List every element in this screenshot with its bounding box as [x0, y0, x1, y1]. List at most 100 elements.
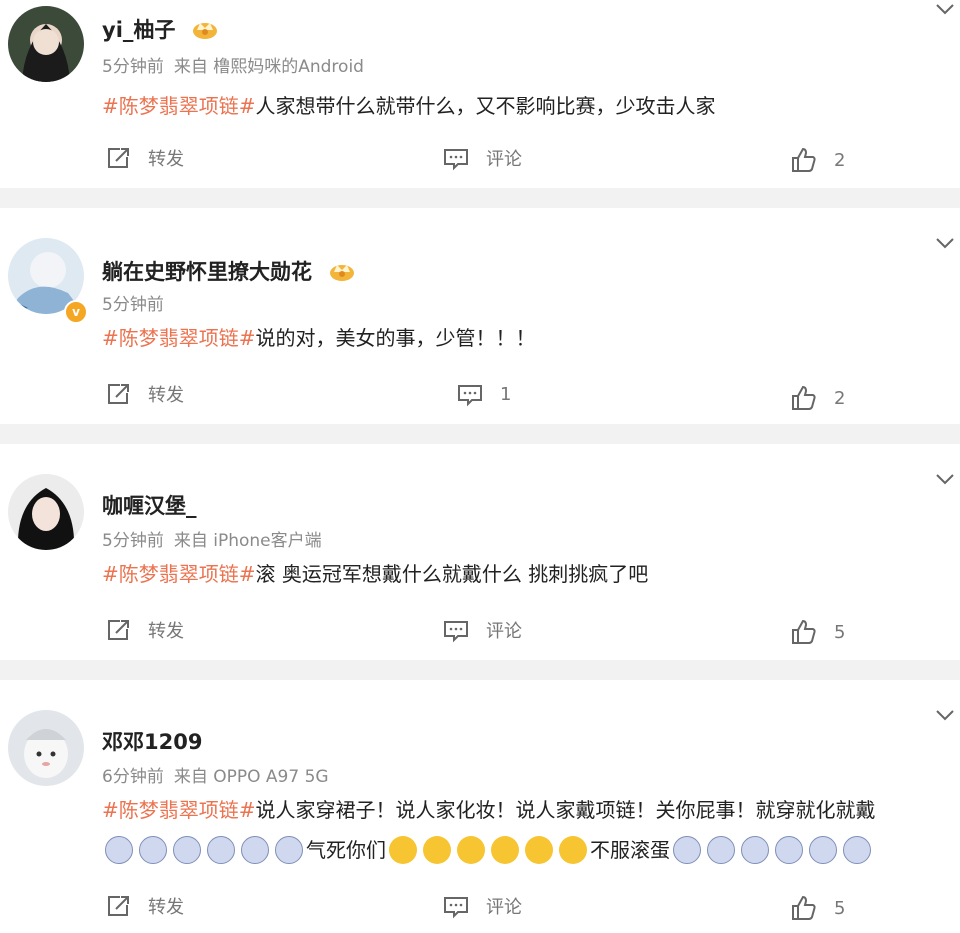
scared-emoji-icon: [673, 835, 701, 864]
comment-body: 滚 奥运冠军想戴什么就戴什么 挑刺挑疯了吧: [255, 562, 649, 586]
repost-label: 转发: [148, 385, 184, 406]
comment-label: 评论: [486, 621, 522, 642]
like-icon: [792, 147, 816, 172]
username[interactable]: yi_柚子: [102, 14, 175, 44]
username[interactable]: 邓邓1209: [102, 726, 202, 756]
scared-emoji-icon: [241, 835, 269, 864]
like-icon: [792, 385, 816, 410]
laugh-emoji-icon: [525, 835, 553, 864]
like-button[interactable]: 2: [790, 378, 845, 418]
verified-icon: v: [64, 300, 88, 324]
repost-button[interactable]: 转发: [104, 610, 184, 650]
comment-feed: yi_柚子 5分钟前 来自 橹熙妈咪的Android #陈梦翡翠项链#人家想带什么…: [0, 0, 960, 933]
laugh-emoji-icon: [491, 835, 519, 864]
repost-icon: [108, 148, 129, 168]
repost-button[interactable]: 转发: [104, 138, 184, 178]
scared-emoji-icon: [741, 835, 769, 864]
like-button[interactable]: 2: [790, 140, 845, 180]
comment-button[interactable]: 评论: [442, 886, 522, 926]
topic-link[interactable]: #陈梦翡翠项链#: [102, 94, 256, 118]
timestamp: 5分钟前: [102, 295, 164, 315]
post-source: 来自 iPhone客户端: [173, 531, 322, 551]
crown-icon: [193, 23, 218, 39]
action-bar: 转发 评论 5: [0, 610, 960, 650]
scared-emoji-icon: [275, 835, 303, 864]
post-meta: 5分钟前 来自 橹熙妈咪的Android: [102, 52, 364, 77]
repost-label: 转发: [148, 149, 184, 170]
avatar[interactable]: [8, 6, 84, 82]
comment-body: 说的对，美女的事，少管！！！: [255, 326, 536, 350]
comment-text: #陈梦翡翠项链#说的对，美女的事，少管！！！: [102, 318, 952, 358]
comment-text: #陈梦翡翠项链#说人家穿裙子！说人家化妆！说人家戴项链！关你屁事！就穿就化就戴气…: [102, 790, 952, 870]
post-source: 来自 OPPO A97 5G: [173, 767, 329, 787]
action-bar: 转发 评论 5: [0, 886, 960, 926]
topic-link[interactable]: #陈梦翡翠项链#: [102, 562, 256, 586]
repost-button[interactable]: 转发: [104, 886, 184, 926]
repost-icon: [108, 896, 129, 916]
scared-emoji-icon: [207, 835, 235, 864]
timestamp: 6分钟前: [102, 767, 164, 787]
username[interactable]: 咖喱汉堡_: [102, 490, 197, 520]
action-bar: 转发 评论 2: [0, 138, 960, 178]
like-count: 2: [834, 149, 846, 171]
scared-emoji-icon: [707, 835, 735, 864]
comment-icon: [444, 897, 468, 919]
avatar[interactable]: [8, 710, 84, 786]
comment-icon: [458, 385, 482, 407]
like-count: 2: [834, 387, 846, 409]
comment-label: 评论: [486, 149, 522, 170]
laugh-emoji-icon: [423, 835, 451, 864]
comment-body-end: 不服滚蛋: [590, 838, 670, 862]
like-icon: [792, 619, 816, 644]
comment-icon: [444, 149, 468, 171]
like-icon: [792, 895, 816, 920]
scared-emoji-icon: [809, 835, 837, 864]
avatar[interactable]: [8, 474, 84, 550]
comment-label: 评论: [486, 897, 522, 918]
username[interactable]: 躺在史野怀里撩大勋花: [102, 256, 312, 286]
like-button[interactable]: 5: [790, 888, 845, 928]
repost-button[interactable]: 转发: [104, 374, 184, 414]
scared-emoji-icon: [105, 835, 133, 864]
comment-button[interactable]: 评论: [442, 610, 522, 650]
post-source: 来自 橹熙妈咪的Android: [173, 57, 364, 77]
chevron-down-icon[interactable]: [934, 0, 956, 18]
comment-body: 人家想带什么就带什么，又不影响比赛，少攻击人家: [255, 94, 716, 118]
repost-icon: [108, 384, 129, 404]
timestamp: 5分钟前: [102, 57, 164, 77]
post-meta: 5分钟前 来自 iPhone客户端: [102, 526, 322, 551]
like-button[interactable]: 5: [790, 612, 845, 652]
topic-link[interactable]: #陈梦翡翠项链#: [102, 798, 256, 822]
chevron-down-icon[interactable]: [934, 234, 956, 252]
repost-icon: [108, 620, 129, 640]
laugh-emoji-icon: [389, 835, 417, 864]
scared-emoji-icon: [173, 835, 201, 864]
repost-label: 转发: [148, 897, 184, 918]
comment-card: v 躺在史野怀里撩大勋花 5分钟前 #陈梦翡翠项链#说的对，美女的事，少管！！！…: [0, 208, 960, 424]
comment-card: yi_柚子 5分钟前 来自 橹熙妈咪的Android #陈梦翡翠项链#人家想带什么…: [0, 0, 960, 188]
chevron-down-icon[interactable]: [934, 706, 956, 724]
comment-count: 1: [500, 383, 512, 405]
comment-body: 说人家穿裙子！说人家化妆！说人家戴项链！关你屁事！就穿就化就戴: [255, 798, 876, 822]
comment-text: #陈梦翡翠项链#人家想带什么就带什么，又不影响比赛，少攻击人家: [102, 86, 952, 126]
scared-emoji-icon: [139, 835, 167, 864]
topic-link[interactable]: #陈梦翡翠项链#: [102, 326, 256, 350]
post-meta: 6分钟前 来自 OPPO A97 5G: [102, 762, 329, 787]
chevron-down-icon[interactable]: [934, 470, 956, 488]
crown-icon: [330, 265, 354, 281]
scared-emoji-icon: [775, 835, 803, 864]
laugh-emoji-icon: [559, 835, 587, 864]
comment-body-mid: 气死你们: [306, 838, 386, 862]
like-count: 5: [834, 897, 846, 919]
scared-emoji-icon: [843, 835, 871, 864]
post-meta: 5分钟前: [102, 290, 164, 315]
action-bar: 转发 1 2: [0, 374, 960, 414]
comment-button[interactable]: 1: [456, 374, 511, 414]
like-count: 5: [834, 621, 846, 643]
comment-icon: [444, 621, 468, 643]
comment-text: #陈梦翡翠项链#滚 奥运冠军想戴什么就戴什么 挑刺挑疯了吧: [102, 554, 952, 594]
comment-card: 邓邓1209 6分钟前 来自 OPPO A97 5G #陈梦翡翠项链#说人家穿裙子…: [0, 680, 960, 933]
comment-button[interactable]: 评论: [442, 138, 522, 178]
timestamp: 5分钟前: [102, 531, 164, 551]
repost-label: 转发: [148, 621, 184, 642]
